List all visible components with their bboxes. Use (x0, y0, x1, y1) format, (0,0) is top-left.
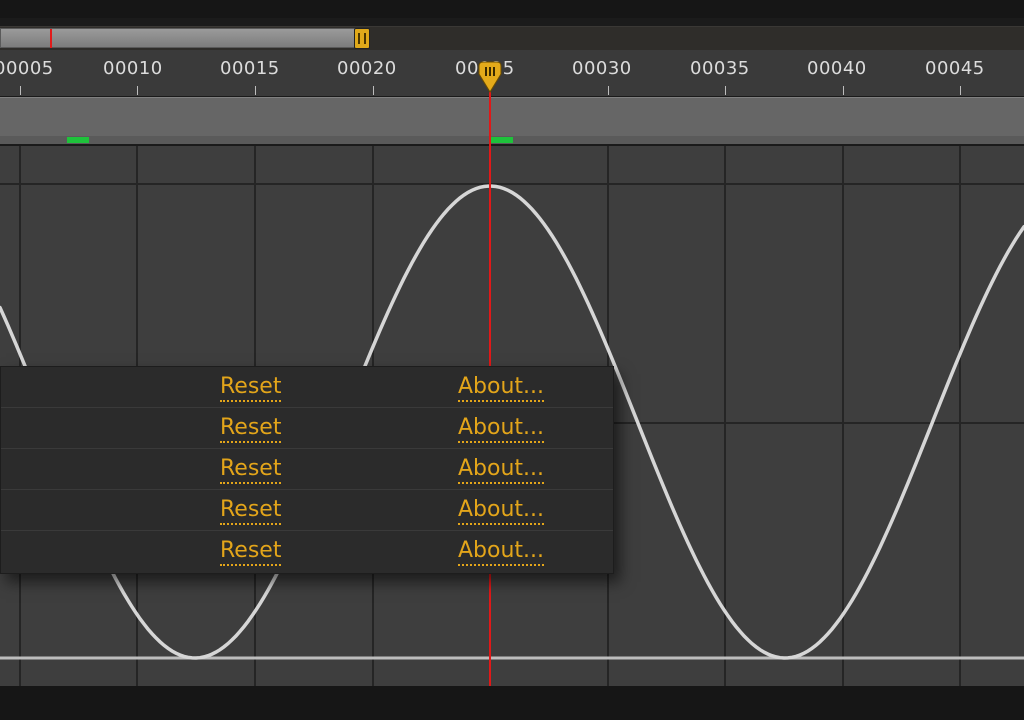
reset-link[interactable]: Reset (220, 457, 282, 484)
keyframe-marker[interactable] (491, 137, 513, 143)
ruler-label: 00045 (925, 58, 985, 79)
ruler-label: 00015 (220, 58, 280, 79)
about-link[interactable]: About... (458, 539, 545, 566)
ruler-tick (255, 86, 256, 95)
range-handle-icon[interactable] (354, 28, 370, 49)
ruler-label: 00030 (572, 58, 632, 79)
popup-row: Reset About... (1, 531, 613, 571)
popup-row: Reset About... (1, 367, 613, 408)
about-link[interactable]: About... (458, 498, 545, 525)
ruler-tick (843, 86, 844, 95)
keyframe-marker[interactable] (67, 137, 89, 143)
reset-link[interactable]: Reset (220, 539, 282, 566)
ruler-tick (20, 86, 21, 95)
ruler-tick (725, 86, 726, 95)
reset-link[interactable]: Reset (220, 375, 282, 402)
about-link[interactable]: About... (458, 375, 545, 402)
ruler-label: 00010 (103, 58, 163, 79)
playhead-marker-icon[interactable] (477, 60, 503, 94)
popup-row: Reset About... (1, 490, 613, 531)
reset-link[interactable]: Reset (220, 498, 282, 525)
ruler-tick (960, 86, 961, 95)
navigator-current-marker (50, 29, 52, 48)
reset-link[interactable]: Reset (220, 416, 282, 443)
ruler-tick (373, 86, 374, 95)
modifier-popup-menu: Reset About... Reset About... Reset Abou… (0, 366, 614, 574)
ruler-tick (137, 86, 138, 95)
ruler-label: 00020 (337, 58, 397, 79)
navigator-range[interactable] (0, 28, 356, 48)
ruler-label: 00005 (0, 58, 54, 79)
about-link[interactable]: About... (458, 457, 545, 484)
popup-row: Reset About... (1, 449, 613, 490)
ruler-label: 00040 (807, 58, 867, 79)
popup-row: Reset About... (1, 408, 613, 449)
top-bar (0, 0, 1024, 18)
about-link[interactable]: About... (458, 416, 545, 443)
bottom-bar (0, 686, 1024, 720)
ruler-tick (608, 86, 609, 95)
ruler-label: 00035 (690, 58, 750, 79)
